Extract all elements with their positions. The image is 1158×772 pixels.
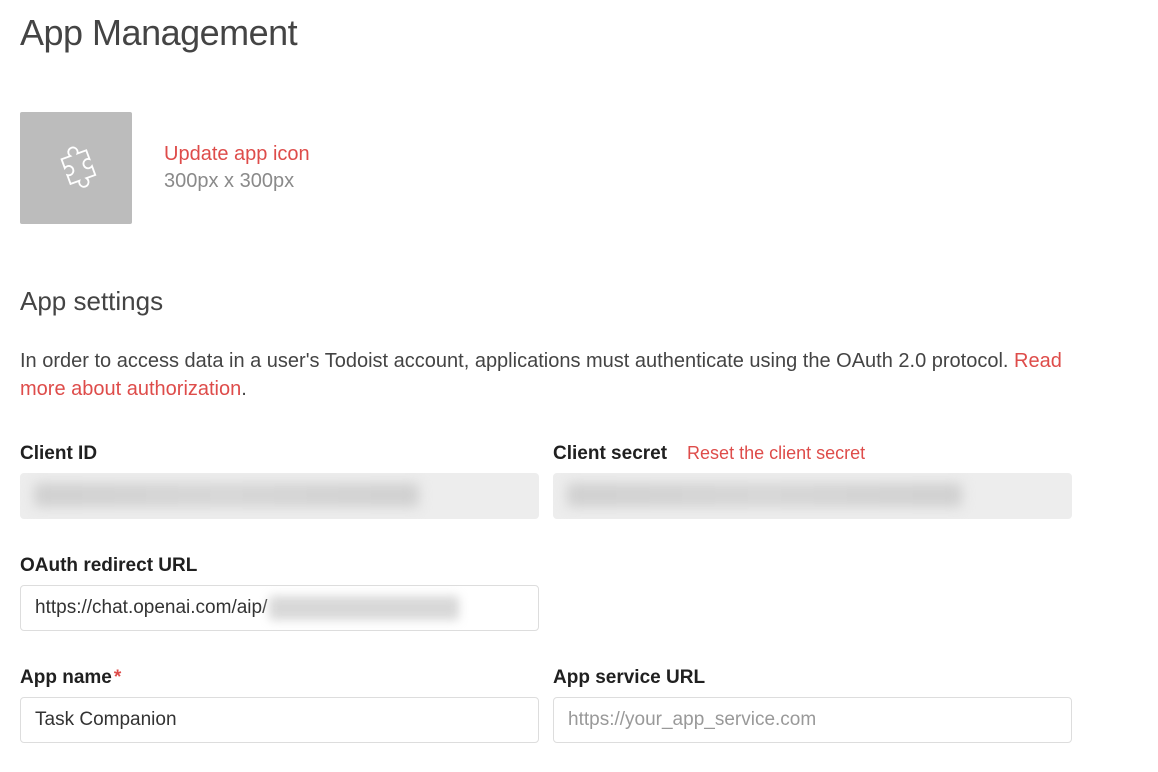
app-name-field: App name* xyxy=(20,667,539,743)
app-service-url-label: App service URL xyxy=(553,667,705,689)
client-secret-value[interactable] xyxy=(553,473,1072,519)
client-secret-field: Client secret Reset the client secret xyxy=(553,443,1072,519)
app-service-url-input[interactable] xyxy=(553,697,1072,743)
app-name-label-text: App name xyxy=(20,667,112,688)
required-indicator: * xyxy=(114,667,121,688)
update-app-icon-link[interactable]: Update app icon xyxy=(164,143,310,166)
oauth-redirect-input[interactable]: https://chat.openai.com/aip/ xyxy=(20,585,539,631)
app-settings-heading: App settings xyxy=(20,286,1138,317)
puzzle-icon xyxy=(46,136,106,201)
app-service-url-field: App service URL xyxy=(553,667,1072,743)
page-title: App Management xyxy=(20,12,1138,54)
client-id-redacted xyxy=(34,483,419,507)
settings-form: Client ID Client secret Reset the client… xyxy=(20,443,1072,743)
client-secret-redacted xyxy=(567,483,962,507)
app-name-input[interactable] xyxy=(20,697,539,743)
app-name-label: App name* xyxy=(20,667,121,689)
app-icon-dimensions: 300px x 300px xyxy=(164,170,310,193)
app-icon-section: Update app icon 300px x 300px xyxy=(20,112,1138,224)
oauth-redirect-value-visible: https://chat.openai.com/aip/ xyxy=(35,597,267,619)
description-text-pre: In order to access data in a user's Todo… xyxy=(20,350,1014,372)
client-id-value[interactable] xyxy=(20,473,539,519)
client-id-label: Client ID xyxy=(20,443,97,465)
app-icon-placeholder[interactable] xyxy=(20,112,132,224)
reset-client-secret-link[interactable]: Reset the client secret xyxy=(687,443,865,464)
oauth-redirect-field: OAuth redirect URL https://chat.openai.c… xyxy=(20,555,539,631)
oauth-redirect-label: OAuth redirect URL xyxy=(20,555,197,577)
app-icon-text: Update app icon 300px x 300px xyxy=(164,143,310,193)
client-secret-label: Client secret xyxy=(553,443,667,465)
oauth-redirect-value-redacted xyxy=(269,596,459,620)
app-settings-description: In order to access data in a user's Todo… xyxy=(20,347,1080,403)
description-text-post: . xyxy=(241,378,247,400)
client-id-field: Client ID xyxy=(20,443,539,519)
